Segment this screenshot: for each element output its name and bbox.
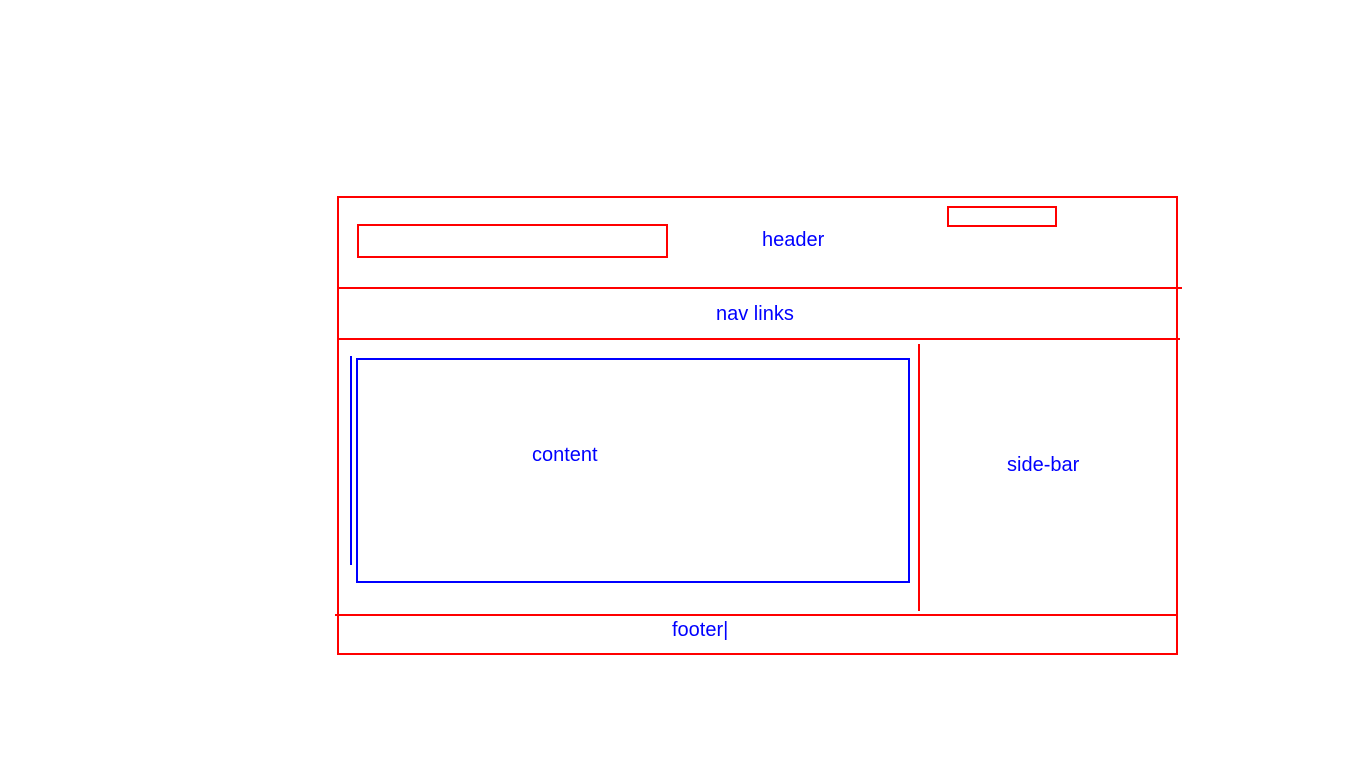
header-label: header <box>762 229 825 251</box>
header-small-box <box>947 206 1057 227</box>
nav-body-divider <box>337 338 1180 340</box>
content-left-marker <box>350 356 352 565</box>
content-label: content <box>532 444 598 466</box>
wireframe-canvas: header nav links content side-bar footer… <box>0 0 1366 768</box>
logo-placeholder-box <box>357 224 668 258</box>
content-box <box>356 358 910 583</box>
footer-label: footer| <box>672 619 729 641</box>
nav-links-label: nav links <box>716 303 794 325</box>
content-sidebar-divider <box>918 344 920 611</box>
body-footer-divider <box>335 614 1176 616</box>
side-bar-label: side-bar <box>1007 454 1080 476</box>
header-nav-divider <box>337 287 1182 289</box>
